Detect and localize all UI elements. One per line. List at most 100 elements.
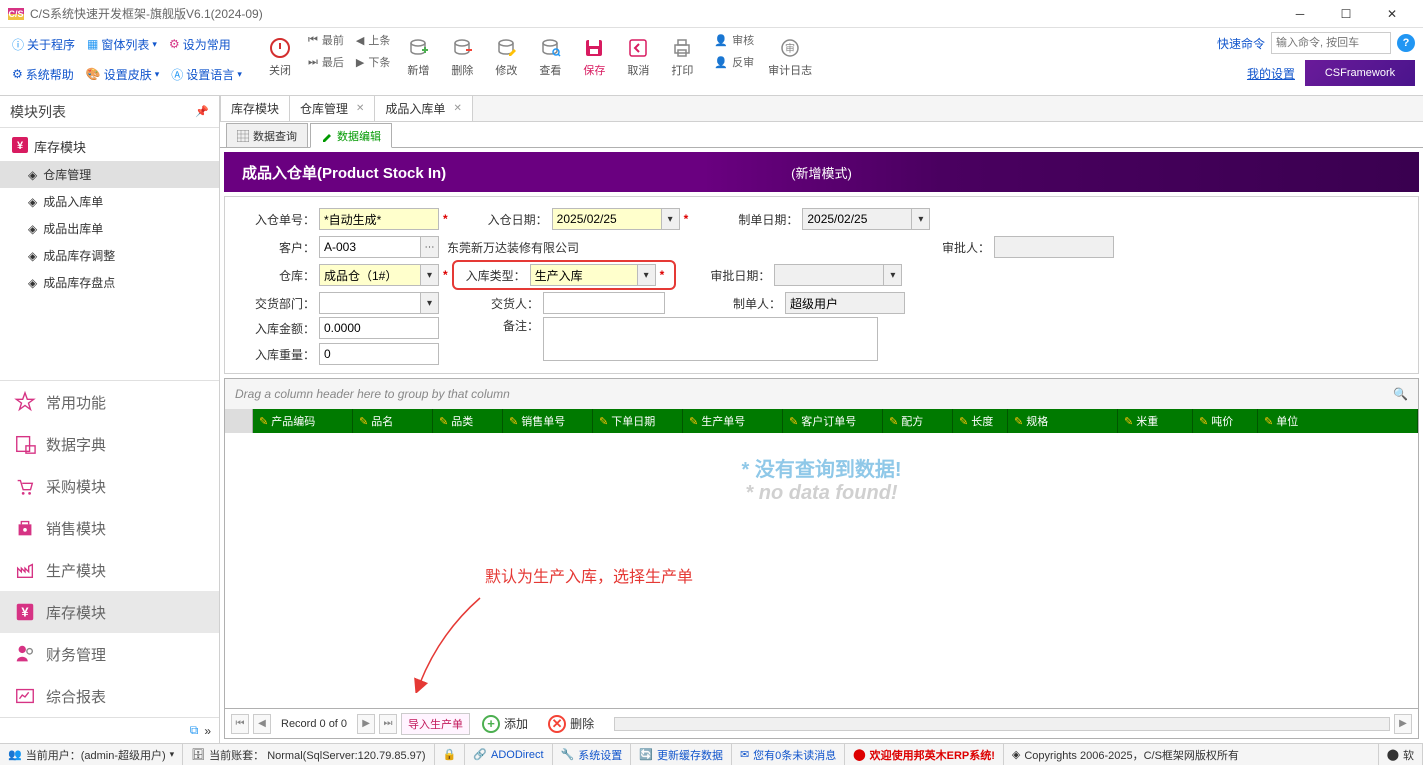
cs-framework-badge: CSFramework [1305, 60, 1415, 86]
module-reports[interactable]: 综合报表 [0, 675, 219, 717]
delete-button[interactable]: 删除 [440, 32, 484, 82]
col-order-date[interactable]: ✎下单日期 [593, 409, 683, 433]
tree-root-inventory[interactable]: ¥ 库存模块 [0, 132, 219, 161]
help-icon[interactable]: ? [1397, 34, 1415, 52]
nav-last-button[interactable]: ⏭最后 [308, 54, 344, 70]
status-user[interactable]: 👥当前用户：(admin-超级用户)▾ [0, 744, 183, 765]
date-dropdown-icon[interactable]: ▾ [662, 208, 680, 230]
tree-node-stock-adjust[interactable]: ◈成品库存调整 [0, 242, 219, 269]
tree-node-stock-in[interactable]: ◈成品入库单 [0, 188, 219, 215]
col-production-no[interactable]: ✎生产单号 [683, 409, 783, 433]
grid-nav-first[interactable]: ⏮ [231, 714, 249, 734]
dept-input[interactable] [319, 292, 421, 314]
skin-link[interactable]: 🎨设置皮肤▾ [82, 64, 164, 85]
edit-button[interactable]: 修改 [484, 32, 528, 82]
col-meter-weight[interactable]: ✎米重 [1118, 409, 1193, 433]
minimize-button[interactable]: ─ [1277, 0, 1323, 28]
module-production[interactable]: 生产模块 [0, 549, 219, 591]
grid-nav-prev[interactable]: ◀ [253, 714, 271, 734]
customer-input[interactable] [319, 236, 421, 258]
my-settings-link[interactable]: 我的设置 [1247, 65, 1295, 82]
col-sales-no[interactable]: ✎销售单号 [503, 409, 593, 433]
status-soft: ⬤软 [1379, 744, 1423, 765]
horizontal-scrollbar[interactable] [614, 717, 1390, 731]
tree-node-stock-count[interactable]: ◈成品库存盘点 [0, 269, 219, 296]
quick-cmd-input[interactable] [1271, 32, 1391, 54]
weight-input[interactable] [319, 343, 439, 365]
view-button[interactable]: 查看 [528, 32, 572, 82]
tree-node-warehouse[interactable]: ◈仓库管理 [0, 161, 219, 188]
window-list-link[interactable]: ▦窗体列表▾ [83, 34, 161, 55]
dropdown-icon[interactable]: ▾ [421, 292, 439, 314]
col-customer-order[interactable]: ✎客户订单号 [783, 409, 883, 433]
col-product-name[interactable]: ✎品名 [353, 409, 433, 433]
module-finance[interactable]: 财务管理 [0, 633, 219, 675]
col-formula[interactable]: ✎配方 [883, 409, 953, 433]
lookup-icon[interactable]: ⋯ [421, 236, 439, 258]
tree-node-stock-out[interactable]: ◈成品出库单 [0, 215, 219, 242]
col-length[interactable]: ✎长度 [953, 409, 1008, 433]
col-category[interactable]: ✎品类 [433, 409, 503, 433]
search-icon[interactable]: 🔍 [1393, 387, 1408, 401]
dropdown-icon[interactable]: ▾ [421, 264, 439, 286]
in-type-input[interactable] [530, 264, 638, 286]
sidebar: 模块列表📌 ¥ 库存模块 ◈仓库管理 ◈成品入库单 ◈成品出库单 ◈成品库存调整… [0, 96, 220, 743]
remark-textarea[interactable] [543, 317, 878, 361]
add-button[interactable]: 新增 [396, 32, 440, 82]
amount-input[interactable] [319, 317, 439, 339]
dropdown-icon[interactable]: ▾ [638, 264, 656, 286]
module-common[interactable]: 常用功能 [0, 381, 219, 423]
maximize-button[interactable]: ☐ [1323, 0, 1369, 28]
module-purchase[interactable]: 采购模块 [0, 465, 219, 507]
nav-first-button[interactable]: ⏮最前 [308, 32, 344, 48]
close-tab-icon[interactable]: ✕ [356, 103, 364, 114]
close-tab-icon[interactable]: ✕ [453, 103, 461, 114]
set-common-link[interactable]: ⚙设为常用 [165, 34, 235, 55]
status-settings[interactable]: 🔧系统设置 [553, 744, 632, 765]
module-sales[interactable]: 销售模块 [0, 507, 219, 549]
subtab-query[interactable]: 数据查询 [226, 123, 308, 148]
col-ton-price[interactable]: ✎吨价 [1193, 409, 1258, 433]
window-title: C/S系统快速开发框架-旗舰版V6.1(2024-09) [30, 5, 1277, 22]
doc-no-input[interactable] [319, 208, 439, 230]
nav-prev-button[interactable]: ◀上条 [356, 32, 390, 48]
grid-delete-button[interactable]: ✕删除 [540, 713, 602, 735]
language-link[interactable]: Ⓐ设置语言▾ [167, 64, 246, 85]
tab-warehouse-mgmt[interactable]: 仓库管理✕ [289, 96, 375, 121]
col-spec[interactable]: ✎规格 [1008, 409, 1118, 433]
status-unread[interactable]: ✉您有0条未读消息 [732, 744, 845, 765]
grid-nav-next[interactable]: ▶ [357, 714, 375, 734]
pin-icon[interactable]: 📌 [195, 105, 209, 118]
status-ado[interactable]: 🔗ADODirect [465, 744, 552, 765]
save-button[interactable]: 保存 [572, 32, 616, 82]
import-production-button[interactable]: 导入生产单 [401, 713, 470, 735]
collapse-icon[interactable]: ⧉ [190, 723, 199, 738]
status-refresh[interactable]: 🔄更新缓存数据 [631, 744, 732, 765]
module-dict[interactable]: 数据字典 [0, 423, 219, 465]
audit-log-button[interactable]: 审审计日志 [760, 32, 820, 82]
unapprove-button[interactable]: 👤反审 [714, 54, 754, 70]
approve-button[interactable]: 👤审核 [714, 32, 754, 48]
tab-stock-in[interactable]: 成品入库单✕ [374, 96, 472, 121]
tab-inventory-module[interactable]: 库存模块 [220, 96, 290, 121]
about-link[interactable]: ⓘ关于程序 [8, 34, 79, 55]
col-unit[interactable]: ✎单位 [1258, 409, 1418, 433]
col-product-code[interactable]: ✎产品编码 [253, 409, 353, 433]
close-button[interactable]: ✕ [1369, 0, 1415, 28]
deliverer-input[interactable] [543, 292, 665, 314]
cancel-button[interactable]: 取消 [616, 32, 660, 82]
in-date-input[interactable] [552, 208, 662, 230]
print-button[interactable]: 打印 [660, 32, 704, 82]
scroll-right[interactable]: ▶ [1394, 714, 1412, 734]
grid-add-button[interactable]: +添加 [474, 713, 536, 735]
warehouse-input[interactable] [319, 264, 421, 286]
more-icon[interactable]: » [204, 724, 211, 738]
doc-date-input [802, 208, 912, 230]
subtab-edit[interactable]: 数据编辑 [310, 123, 392, 148]
module-inventory[interactable]: ¥库存模块 [0, 591, 219, 633]
status-lock[interactable]: 🔒 [435, 744, 466, 765]
help-link[interactable]: ⚙系统帮助 [8, 64, 78, 85]
grid-nav-last[interactable]: ⏭ [379, 714, 397, 734]
close-form-button[interactable]: 关闭 [258, 32, 302, 82]
nav-next-button[interactable]: ▶下条 [356, 54, 390, 70]
